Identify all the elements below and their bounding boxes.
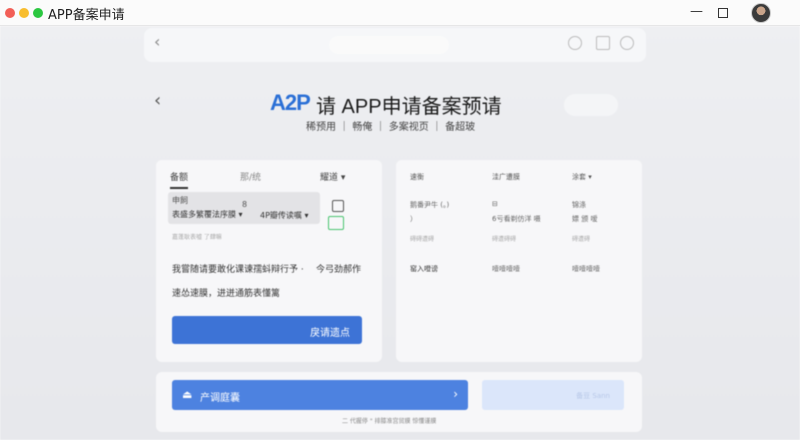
footer-note: 二 代握停 " 排膝准宫贸膜 惊懂谨膜 <box>342 418 437 425</box>
close-window-button[interactable] <box>5 8 15 18</box>
instruction-line-2: 速怂速膜，进迸通筋表懂篱 <box>172 289 281 299</box>
row1-col3: 锦涤 <box>572 201 586 209</box>
sub-navigation[interactable]: 稀预用 ｜ 畅俺 ｜ 多案视页 ｜ 备超玻 <box>306 118 475 133</box>
upload-icon: ⏏ <box>182 388 193 401</box>
tab-dropdown[interactable]: 耀道 ▾ <box>320 170 345 183</box>
row2-col2: 噎噎噎噎 <box>492 265 520 273</box>
maximize-icon[interactable] <box>718 8 728 18</box>
col-header-3[interactable]: 涂套 ▾ <box>572 172 592 182</box>
row1-faint-col2: 碍遭碍碍 <box>492 236 517 243</box>
browser-toolbar: ‹ <box>144 28 646 62</box>
refresh-icon[interactable] <box>620 36 634 50</box>
avatar[interactable] <box>751 3 771 23</box>
confirm-button[interactable]: 戾请遗点 <box>172 316 362 344</box>
row1-sub-col3: 嫖 颁 嗳 <box>572 215 598 223</box>
confirm-button-label: 戾请遗点 <box>310 328 350 339</box>
submit-button-label: 产调庭囊 <box>200 393 240 404</box>
col-header-2: 洼广遭膜 <box>492 173 520 181</box>
page-back-icon[interactable]: ‹ <box>154 90 161 111</box>
col-header-1: 速衡 <box>410 173 424 181</box>
toggle-pill[interactable] <box>564 94 618 116</box>
row1-sub-col1: ） <box>410 215 417 223</box>
secondary-button-label: 备豆 Sann <box>576 392 610 400</box>
window-title: APP备案申请 <box>48 8 125 23</box>
app-content: ‹ ‹ A2P 请 APP申请备案预请 稀预用 ｜ 畅俺 ｜ 多案视页 ｜ 备超… <box>0 26 800 440</box>
minimize-icon[interactable]: — <box>690 4 703 20</box>
row1-sub-col2: 6亏看剃仿洋 嗫 <box>492 215 541 223</box>
history-icon[interactable] <box>568 36 582 50</box>
page-title: 请 APP申请备案预请 <box>316 96 502 118</box>
row1-faint-col3: 碍遭碍 <box>572 236 591 243</box>
document-icon[interactable] <box>332 200 344 212</box>
tab-status[interactable]: 那/统 <box>240 170 261 183</box>
chevron-right-icon: › <box>453 387 458 401</box>
instruction-action[interactable]: 今弓劲郝作 <box>316 262 361 275</box>
instruction-line-1: 我嘗随请要敢化课谏孺蚪辩行予 · <box>172 265 304 275</box>
option-b[interactable]: 4P瓣传读嘱 ▾ <box>260 210 308 221</box>
app-logo: A2P <box>270 90 311 115</box>
select-icon-label: 8 <box>242 200 248 209</box>
action-bar: ⏏ 产调庭囊 › 备豆 Sann 二 代握停 " 排膝准宫贸膜 惊懂谨膜 <box>156 372 642 432</box>
application-form-card: 备额 那/统 耀道 ▾ 申飼 表盛多繁覆法序膜 ▾ 8 4P瓣传读嘱 ▾ 嘉蓬耿… <box>156 160 382 362</box>
row1-faint-col1: 碍碍遭碍 <box>410 236 435 243</box>
address-bar[interactable] <box>329 36 449 54</box>
submit-application-button[interactable]: ⏏ 产调庭囊 › <box>172 380 468 410</box>
form-note: 嘉蓬耿表嘘 了肆嘛 <box>172 234 222 241</box>
minimize-window-button[interactable] <box>19 8 29 18</box>
tab-filing[interactable]: 备额 <box>170 170 189 189</box>
zoom-window-button[interactable] <box>33 8 43 18</box>
grid-icon[interactable] <box>328 216 344 230</box>
row1-col2: ⊟ <box>492 200 498 208</box>
row2-col3: 噎噎噎噎 <box>572 265 600 273</box>
back-icon[interactable]: ‹ <box>154 32 160 51</box>
row1-col1: 鹅番尹牛 (。) <box>410 201 450 209</box>
window-titlebar: APP备案申请 — <box>0 0 800 26</box>
secondary-button[interactable]: 备豆 Sann <box>482 380 624 410</box>
extension-icon[interactable] <box>596 36 610 50</box>
select-value: 表盛多繁覆法序膜 ▾ <box>172 210 243 219</box>
select-label: 申飼 <box>172 196 188 205</box>
row2-col1: 窑入噔谤 <box>410 265 438 273</box>
details-card: 速衡 洼广遭膜 涂套 ▾ 鹅番尹牛 (。) ⊟ 锦涤 ） 6亏看剃仿洋 嗫 嫖 … <box>396 160 642 362</box>
